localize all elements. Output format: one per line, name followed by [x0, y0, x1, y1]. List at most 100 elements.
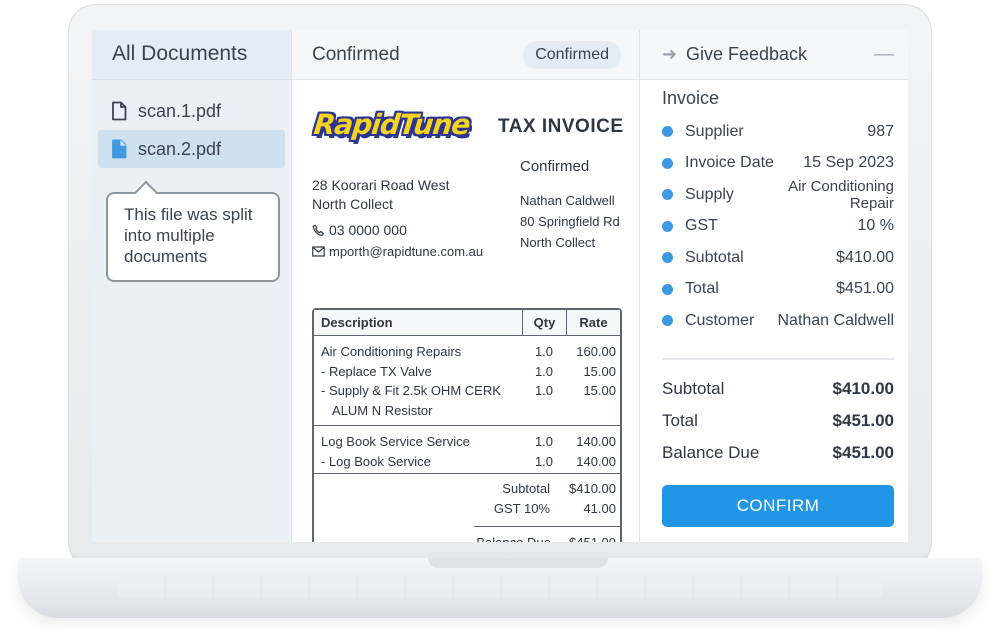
row-description: Air Conditioning Repairs	[321, 344, 462, 359]
divider	[662, 358, 894, 360]
field-invoice-date[interactable]: Invoice Date 15 Sep 2023	[662, 148, 894, 180]
invoice-totals: Subtotal $410.00 GST 10% 41.00 Balance D…	[314, 474, 620, 542]
seller-phone-value: 03 0000 000	[329, 222, 407, 238]
rapidtune-logo: RapidTune	[312, 108, 472, 141]
field-status-dot	[662, 283, 673, 295]
field-label: Supplier	[685, 122, 744, 140]
field-value: 15 Sep 2023	[803, 154, 894, 172]
invoice-gst-label: GST 10%	[493, 500, 550, 516]
field-gst[interactable]: GST 10 %	[662, 211, 894, 243]
buyer-details: Nathan Caldwell 80 Springfield Rd North …	[520, 190, 620, 253]
table-row: Log Book Service Service 1.0 140.00	[314, 432, 620, 452]
column-header-rate: Rate	[566, 310, 620, 335]
table-header: Description Qty Rate	[314, 310, 620, 336]
documents-panel: All Documents scan.1.pdf scan.2.pdf This…	[92, 30, 292, 542]
viewer-title: Confirmed	[312, 43, 400, 65]
invoice-gst-row: GST 10% 41.00	[314, 499, 620, 519]
line-item-group-aircon: Air Conditioning Repairs 1.0 160.00 - Re…	[314, 336, 620, 426]
seller-address-line2: North Collect	[312, 196, 393, 212]
summary-value: $451.00	[832, 443, 894, 462]
field-status-dot	[662, 126, 673, 138]
field-label: Supply	[685, 185, 734, 203]
row-rate: 15.00	[583, 383, 616, 398]
summary-value: $451.00	[832, 411, 894, 430]
row-description: - Replace TX Valve	[321, 363, 432, 379]
column-header-description: Description	[321, 315, 393, 330]
feedback-title: Give Feedback	[686, 44, 808, 64]
field-label: GST	[685, 217, 718, 235]
field-customer[interactable]: Customer Nathan Caldwell	[662, 305, 894, 337]
confirm-button[interactable]: CONFIRM	[662, 485, 894, 527]
documents-panel-title: All Documents	[92, 30, 291, 80]
document-item-scan-2[interactable]: scan.2.pdf	[98, 130, 285, 168]
document-item-scan-1[interactable]: scan.1.pdf	[98, 92, 285, 130]
minimize-icon[interactable]: —	[874, 43, 894, 66]
table-row: - Log Book Service 1.0 140.00	[314, 452, 620, 472]
field-status-dot	[662, 157, 673, 169]
row-qty: 1.0	[534, 363, 554, 379]
seller-email-value: mporth@rapidtune.com.au	[329, 244, 484, 259]
invoice-subtotal-row: Subtotal $410.00	[314, 479, 620, 499]
laptop-base	[18, 558, 982, 618]
field-label: Subtotal	[685, 248, 744, 266]
summary-value: $410.00	[832, 379, 894, 398]
summary-totals: Subtotal $410.00 Total $451.00 Balance D…	[662, 379, 894, 475]
field-value: $451.00	[836, 280, 894, 298]
invoice-subtotal-value: $410.00	[569, 481, 616, 496]
seller-address-line1: 28 Koorari Road West	[312, 177, 450, 193]
row-rate: 160.00	[576, 344, 616, 359]
invoice-balance-row: Balance Due $451.00	[474, 526, 620, 542]
field-supplier[interactable]: Supplier 987	[662, 116, 894, 148]
app-screen: All Documents scan.1.pdf scan.2.pdf This…	[92, 30, 908, 542]
field-subtotal[interactable]: Subtotal $410.00	[662, 242, 894, 274]
row-qty	[522, 401, 566, 421]
field-value: $410.00	[836, 248, 894, 266]
seller-email: mporth@rapidtune.com.au	[312, 242, 483, 261]
seller-details: 28 Koorari Road West North Collect 03 00…	[312, 176, 483, 261]
document-viewer: Confirmed Confirmed RapidTune TAX INVOIC…	[292, 30, 640, 542]
invoice-gst-value: 41.00	[583, 500, 616, 516]
laptop-keyboard	[118, 576, 882, 598]
file-icon	[112, 139, 127, 159]
field-label: Total	[685, 280, 719, 298]
phone-icon	[312, 224, 324, 237]
field-status-dot	[662, 189, 673, 201]
row-rate: 140.00	[576, 434, 616, 449]
buyer-name: Nathan Caldwell	[520, 193, 615, 208]
field-total[interactable]: Total $451.00	[662, 274, 894, 306]
row-description: ALUM N Resistor	[332, 402, 433, 418]
table-row: Air Conditioning Repairs 1.0 160.00	[314, 342, 620, 362]
field-supply[interactable]: Supply Air Conditioning Repair	[662, 178, 894, 212]
invoice-section-title: Invoice	[662, 88, 720, 108]
line-item-group-logbook: Log Book Service Service 1.0 140.00 - Lo…	[314, 426, 620, 474]
summary-balance-row: Balance Due $451.00	[662, 443, 894, 475]
document-item-label: scan.2.pdf	[138, 138, 222, 159]
buyer-address-line1: 80 Springfield Rd	[520, 214, 620, 229]
split-file-tooltip: This file was split into multiple docume…	[106, 192, 280, 282]
row-description: Log Book Service Service	[321, 434, 470, 449]
field-label: Customer	[685, 311, 755, 329]
feedback-panel: ➜ Give Feedback — Invoice Supplier 987 I…	[640, 30, 908, 542]
buyer-address-line2: North Collect	[520, 235, 596, 250]
field-value: 987	[867, 122, 894, 140]
laptop-notch	[428, 558, 608, 568]
column-header-qty: Qty	[522, 310, 566, 335]
row-rate: 15.00	[583, 363, 616, 379]
field-value: Nathan Caldwell	[777, 311, 894, 329]
row-rate	[566, 401, 620, 421]
field-status-dot	[662, 252, 673, 264]
field-status-dot	[662, 315, 673, 327]
invoice-balance-value: $451.00	[563, 533, 620, 542]
summary-label: Balance Due	[662, 443, 760, 462]
row-description: - Supply & Fit 2.5k OHM CERK	[321, 383, 501, 398]
summary-label: Total	[662, 411, 698, 430]
seller-phone: 03 0000 000	[312, 221, 483, 240]
field-label: Invoice Date	[685, 154, 774, 172]
table-row: - Replace TX Valve 1.0 15.00	[314, 362, 620, 382]
invoice-line-items-table: Description Qty Rate Air Conditioning Re…	[312, 308, 622, 542]
summary-total-row: Total $451.00	[662, 411, 894, 443]
row-qty: 1.0	[534, 453, 554, 469]
summary-label: Subtotal	[662, 379, 725, 398]
arrow-right-icon[interactable]: ➜	[662, 44, 686, 65]
viewer-header: Confirmed Confirmed	[292, 30, 639, 80]
